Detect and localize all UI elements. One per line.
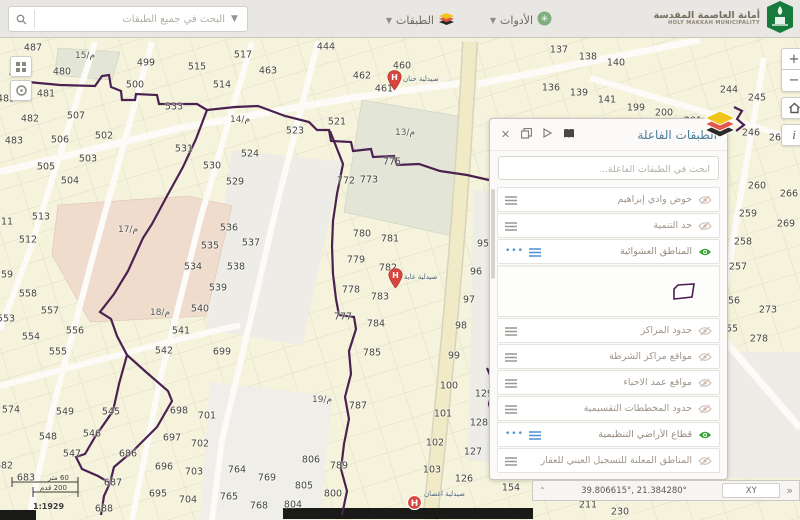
more-options-icon[interactable]: •••: [505, 247, 524, 256]
coordinate-bar: ⌃ 39.806615°, 21.384280° XY »: [532, 480, 800, 501]
basemap-button[interactable]: [10, 56, 32, 77]
legend-polygon-swatch: [671, 281, 697, 303]
marker-label: صيدلية اغصان: [424, 490, 465, 498]
scale-meters: 60 متر: [48, 474, 69, 482]
eye-hidden-icon[interactable]: [698, 190, 712, 209]
search-input[interactable]: [35, 7, 231, 31]
layer-row[interactable]: حدود المراكز: [497, 318, 720, 343]
right-map-controls: + − i: [781, 48, 800, 149]
chevron-down-icon: ▼: [386, 16, 392, 25]
layer-label: مواقع عمد الاحياء: [517, 377, 692, 388]
layer-menu-icon[interactable]: [505, 321, 517, 340]
collapse-bar-button[interactable]: »: [786, 484, 793, 497]
layers-stack-icon: [703, 110, 737, 142]
eye-hidden-icon[interactable]: [698, 347, 712, 366]
panel-scrollbar[interactable]: [491, 189, 495, 474]
scale-feet: 200 قدم: [40, 484, 67, 492]
eye-hidden-icon[interactable]: [698, 451, 712, 470]
layer-row[interactable]: حوض وادي إبراهيم: [497, 187, 720, 212]
layer-row[interactable]: مواقع مراكز الشرطة: [497, 344, 720, 369]
layer-menu-icon[interactable]: [505, 216, 517, 235]
marker-label: صيدلية غاية: [404, 273, 437, 281]
layer-menu-icon[interactable]: [529, 425, 541, 444]
eye-hidden-icon[interactable]: [698, 399, 712, 418]
svg-text:✳: ✳: [541, 15, 549, 25]
makkah-emblem-icon: [766, 1, 794, 37]
xy-mode-selector[interactable]: XY: [722, 483, 780, 498]
zoom-in-button[interactable]: +: [781, 48, 800, 70]
left-map-controls: [10, 56, 32, 104]
layer-menu-icon[interactable]: [505, 373, 517, 392]
eye-visible-icon[interactable]: [698, 242, 712, 261]
tools-menu-label: الأدوات: [500, 14, 533, 27]
layers-menu-label: الطبقات: [396, 14, 434, 27]
layer-label: حدود المخططات التقسيمية: [517, 403, 692, 414]
global-search: ▼: [8, 6, 248, 32]
active-layers-panel: ✕ الطبقات الفاعلة حوض وادي إبراهيم حد الت…: [489, 118, 728, 480]
layer-menu-icon[interactable]: [529, 242, 541, 261]
chevron-down-icon: ▼: [490, 16, 496, 25]
layer-row[interactable]: المناطق العشوائية •••: [497, 239, 720, 264]
search-icon[interactable]: [9, 10, 35, 29]
play-icon[interactable]: [540, 128, 555, 141]
layer-menu-icon[interactable]: [505, 451, 517, 470]
scale-ratio: 1:1929: [33, 502, 64, 511]
layer-label: قطاع الأراضي التنظيمية: [541, 429, 692, 440]
layer-menu-icon[interactable]: [505, 399, 517, 418]
layer-list: حوض وادي إبراهيم حد التنمية المناطق العشوا…: [497, 187, 720, 474]
layer-legend: [497, 265, 720, 317]
svg-text:H: H: [411, 499, 419, 509]
chevron-up-icon[interactable]: ⌃: [539, 486, 546, 495]
layer-row[interactable]: المناطق المعلنة للتسجيل العيني للعقار: [497, 448, 720, 473]
eye-hidden-icon[interactable]: [698, 321, 712, 340]
eye-hidden-icon[interactable]: [698, 373, 712, 392]
layer-label: المناطق المعلنة للتسجيل العيني للعقار: [517, 455, 692, 466]
zoom-out-button[interactable]: −: [781, 70, 800, 92]
layer-row[interactable]: حدود المخططات التقسيمية: [497, 396, 720, 421]
tools-menu-button[interactable]: ✳ الأدوات ▼: [490, 11, 552, 29]
bookmark-icon[interactable]: [561, 128, 576, 142]
chevron-down-icon[interactable]: ▼: [231, 14, 247, 24]
info-button[interactable]: i: [781, 124, 800, 146]
layer-label: المناطق العشوائية: [541, 246, 692, 257]
layer-menu-icon[interactable]: [505, 190, 517, 209]
top-header: ▼ الطبقات ▼ ✳ الأدوات ▼ أمانة العاصمة ال…: [0, 0, 800, 38]
layer-row[interactable]: قطاع الأراضي التنظيمية •••: [497, 422, 720, 447]
home-extent-button[interactable]: [781, 97, 800, 119]
close-icon[interactable]: ✕: [498, 128, 513, 141]
layer-label: حوض وادي إبراهيم: [517, 194, 692, 205]
layer-label: حد التنمية: [517, 220, 692, 231]
panel-search: [498, 156, 719, 180]
svg-text:H: H: [391, 73, 398, 82]
logo-title-english: HOLY MAKKAH MUNICIPALITY: [654, 21, 760, 27]
layers-icon: [438, 11, 455, 29]
panel-titlebar: ✕ الطبقات الفاعلة: [490, 119, 727, 151]
locate-button[interactable]: [10, 80, 32, 101]
municipality-logo: أمانة العاصمة المقدسة HOLY MAKKAH MUNICI…: [654, 3, 794, 35]
layer-menu-icon[interactable]: [505, 347, 517, 366]
tools-icon: ✳: [537, 11, 552, 29]
more-options-icon[interactable]: •••: [505, 430, 524, 439]
marker-label: صيدلية حنان: [403, 75, 439, 83]
copy-layers-icon[interactable]: [519, 128, 534, 142]
layer-label: حدود المراكز: [517, 325, 692, 336]
layer-row[interactable]: مواقع عمد الاحياء: [497, 370, 720, 395]
panel-search-input[interactable]: [499, 159, 718, 181]
cursor-coordinates: 39.806615°, 21.384280°: [552, 486, 717, 496]
layers-menu-button[interactable]: الطبقات ▼: [386, 11, 455, 29]
eye-hidden-icon[interactable]: [698, 216, 712, 235]
svg-text:H: H: [392, 271, 399, 280]
layer-label: مواقع مراكز الشرطة: [517, 351, 692, 362]
app-window: 60 متر 200 قدم 1:1929 487499517515480486…: [0, 0, 800, 520]
layer-row[interactable]: حد التنمية: [497, 213, 720, 238]
eye-visible-icon[interactable]: [698, 425, 712, 444]
